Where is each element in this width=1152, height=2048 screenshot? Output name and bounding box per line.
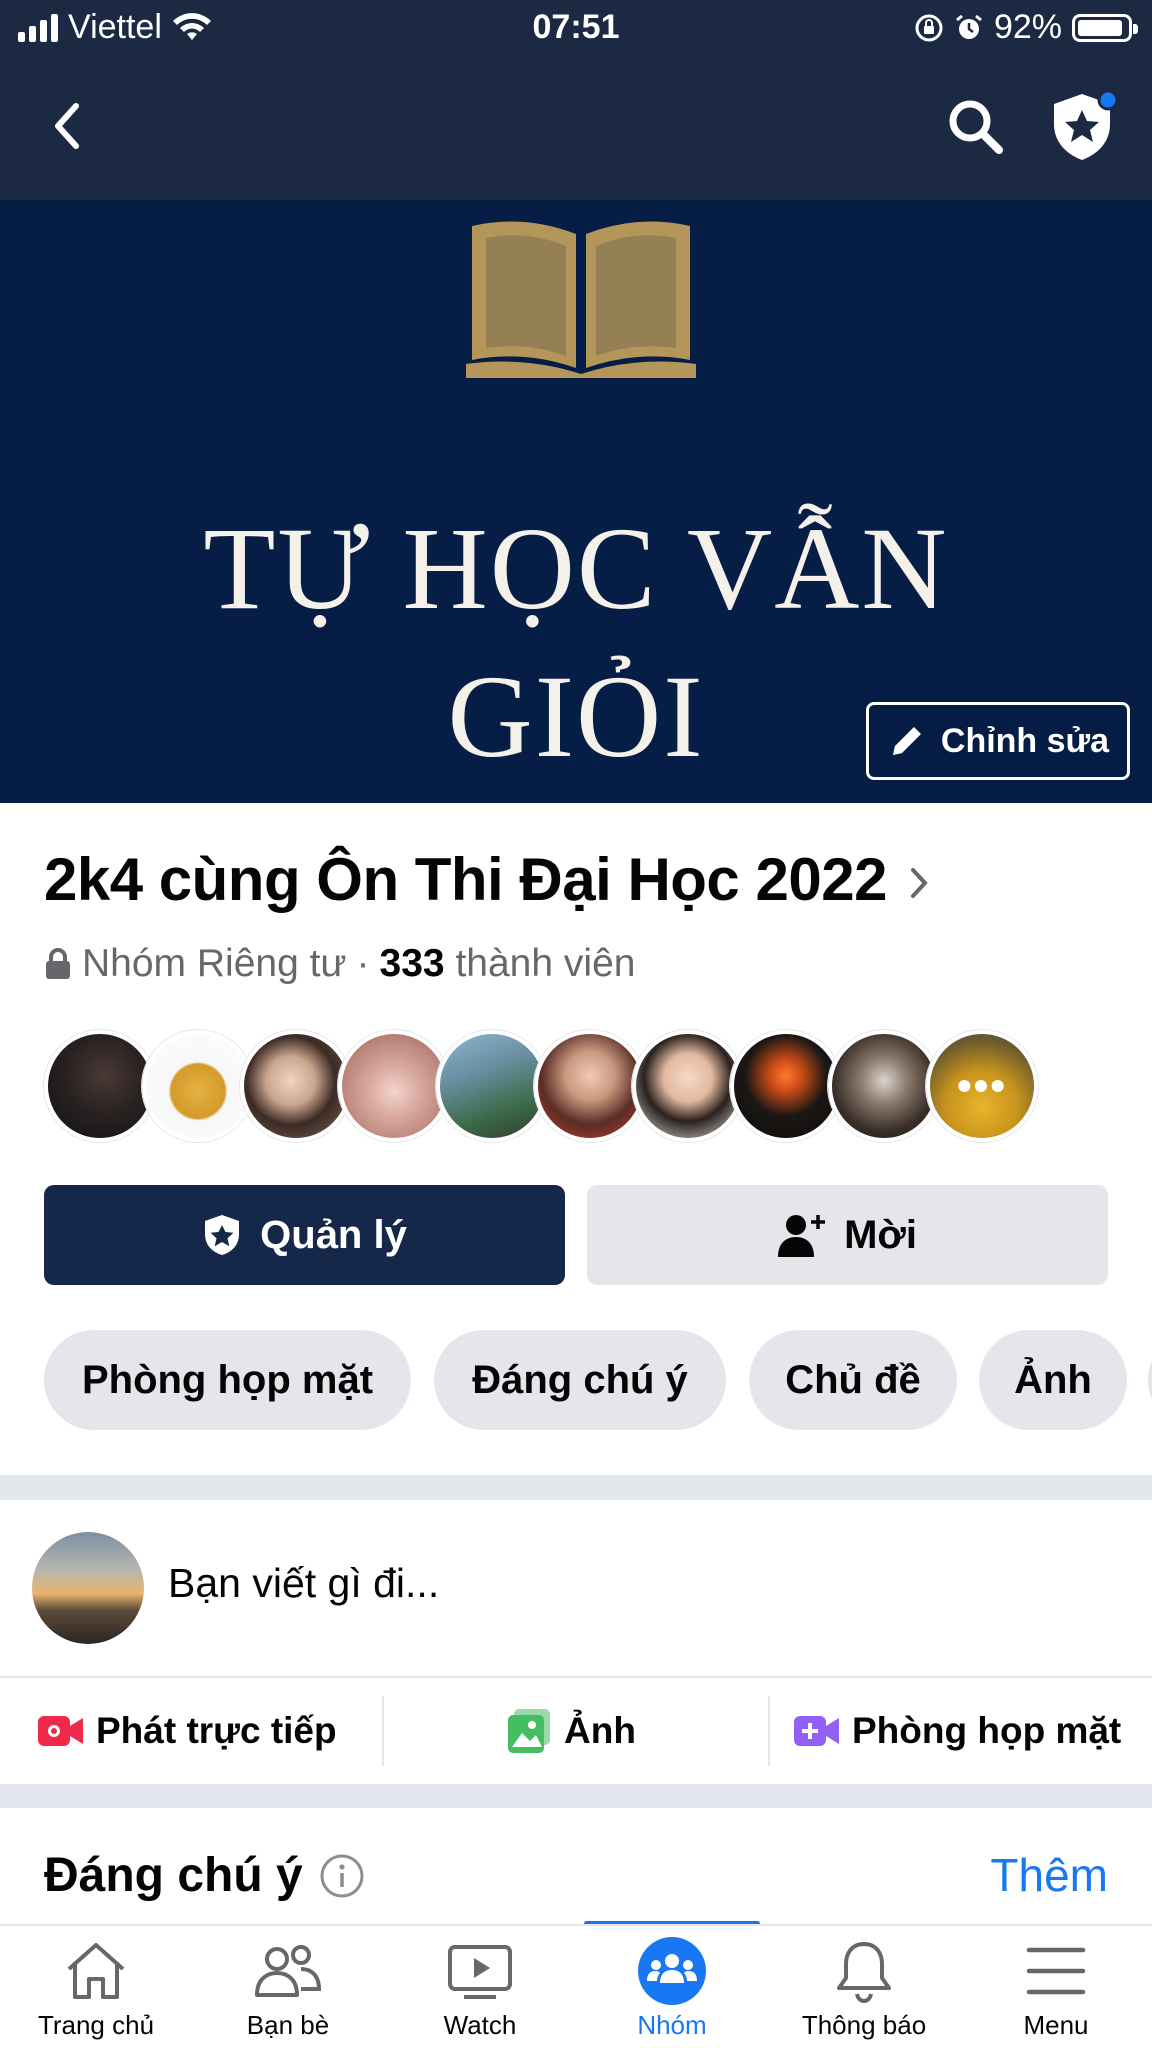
book-icon [466, 221, 696, 378]
lock-icon [46, 948, 70, 979]
battery-icon [1072, 13, 1138, 42]
tab-label: Watch [443, 2010, 517, 2040]
cover-photo[interactable]: TỰ HỌC VẪN GIỎI Chỉnh sửa [0, 200, 1152, 803]
create-room-button[interactable]: Phòng họp mặt [794, 1678, 1121, 1784]
tab-more-partial[interactable] [1148, 1330, 1152, 1430]
admin-tools-button[interactable] [1045, 86, 1125, 166]
featured-title: Đáng chú ý [44, 1849, 303, 1902]
tab-friends[interactable]: Bạn bè [192, 1926, 384, 2048]
tab-label: Nhóm [637, 2010, 707, 2040]
shield-star-icon [1054, 89, 1119, 160]
avatar[interactable] [142, 1030, 254, 1142]
rotation-lock-icon [915, 14, 943, 41]
edit-cover-button[interactable]: Chỉnh sửa [866, 702, 1130, 780]
avatar[interactable] [828, 1030, 940, 1142]
members-link[interactable]: 333 thành viên [380, 942, 636, 986]
group-name: 2k4 cùng Ôn Thi Đại Học 2022 [44, 846, 887, 913]
member-avatars[interactable]: ••• [44, 1030, 1064, 1142]
add-person-icon [778, 1215, 826, 1257]
back-button[interactable] [26, 86, 106, 166]
avatar[interactable] [632, 1030, 744, 1142]
top-nav [0, 58, 1152, 200]
search-button[interactable] [935, 86, 1015, 166]
invite-button[interactable]: Mời [587, 1185, 1108, 1285]
avatar[interactable] [436, 1030, 548, 1142]
chevron-right-icon [910, 867, 928, 898]
featured-section: Đáng chú ý Thêm [0, 1808, 1152, 1928]
group-meta: Nhóm Riêng tư · 333 thành viên [44, 942, 635, 986]
more-dots-icon: ••• [956, 1062, 1008, 1109]
group-privacy: Nhóm Riêng tư [82, 942, 347, 985]
search-icon [949, 100, 1003, 154]
avatar[interactable] [32, 1532, 144, 1644]
tab-label: Trang chủ [37, 2010, 155, 2040]
edit-cover-label: Chỉnh sửa [940, 721, 1110, 760]
alarm-icon [956, 14, 982, 39]
photo-label: Ảnh [564, 1710, 636, 1751]
groups-icon [638, 1937, 706, 2005]
shield-star-icon [205, 1215, 240, 1255]
status-bar: Viettel 07:51 92% [0, 0, 1152, 58]
cover-title-line1: TỰ HỌC VẪN [203, 503, 949, 634]
avatar[interactable] [730, 1030, 842, 1142]
battery-percent: 92% [993, 8, 1062, 46]
avatar[interactable] [534, 1030, 646, 1142]
live-video-button[interactable]: Phát trực tiếp [38, 1678, 337, 1784]
tab-label: Menu [1023, 2010, 1089, 2040]
section-divider [0, 1784, 1152, 1808]
member-count: 333 [379, 942, 445, 985]
tab-label: Thông báo [801, 2010, 927, 2040]
featured-heading: Đáng chú ý [44, 1848, 365, 1903]
tab-label: Bạn bè [246, 2010, 330, 2040]
photo-icon [508, 1709, 550, 1753]
tab-watch[interactable]: Watch [384, 1926, 576, 2048]
tab-label: Phòng họp mặt [81, 1357, 374, 1402]
divider [382, 1696, 384, 1766]
divider [768, 1696, 770, 1766]
tab-label: Ảnh [1014, 1357, 1092, 1402]
menu-icon [1026, 1947, 1086, 1995]
watch-icon [448, 1945, 512, 1999]
group-tabs: Phòng họp mặt Đáng chú ý Chủ đề Ảnh [44, 1330, 1152, 1430]
post-composer[interactable]: Bạn viết gì đi... [0, 1500, 1152, 1678]
tab-featured[interactable]: Đáng chú ý [434, 1330, 726, 1430]
tab-label: Đáng chú ý [472, 1357, 688, 1402]
status-right: 92% [914, 8, 1138, 47]
manage-label: Quản lý [260, 1212, 407, 1257]
friends-icon [255, 1945, 322, 1997]
avatar[interactable] [44, 1030, 156, 1142]
invite-label: Mời [844, 1212, 917, 1257]
bottom-tab-bar: Trang chủ Bạn bè Watch Nhóm Thông báo Me… [0, 1924, 1152, 2048]
tab-topics[interactable]: Chủ đề [749, 1330, 957, 1430]
member-suffix: thành viên [455, 942, 636, 985]
bell-icon [837, 1942, 891, 2004]
tab-groups[interactable]: Nhóm [576, 1926, 768, 2048]
video-plus-icon [794, 1716, 839, 1746]
group-actions: Quản lý Mời [44, 1185, 1108, 1285]
tab-menu[interactable]: Menu [960, 1926, 1152, 2048]
live-label: Phát trực tiếp [96, 1710, 337, 1751]
live-video-icon [38, 1716, 83, 1746]
tab-rooms[interactable]: Phòng họp mặt [44, 1330, 411, 1430]
avatar[interactable] [240, 1030, 352, 1142]
post-action-bar: Phát trực tiếp Ảnh Phòng họp mặt [0, 1678, 1152, 1784]
more-members-avatar[interactable]: ••• [926, 1030, 1038, 1142]
pencil-icon [892, 727, 921, 755]
meta-separator: · [356, 942, 370, 985]
photo-button[interactable]: Ảnh [508, 1678, 636, 1784]
room-label: Phòng họp mặt [852, 1710, 1122, 1751]
composer-placeholder[interactable]: Bạn viết gì đi... [168, 1560, 439, 1607]
tab-label: Chủ đề [785, 1357, 921, 1402]
manage-button[interactable]: Quản lý [44, 1185, 565, 1285]
chevron-left-icon [55, 103, 79, 149]
info-icon[interactable] [319, 1853, 365, 1899]
avatar[interactable] [338, 1030, 450, 1142]
tab-home[interactable]: Trang chủ [0, 1926, 192, 2048]
home-icon [67, 1943, 125, 1999]
group-title-link[interactable]: 2k4 cùng Ôn Thi Đại Học 2022 [44, 845, 929, 914]
tab-photos[interactable]: Ảnh [979, 1330, 1127, 1430]
see-more-link[interactable]: Thêm [990, 1848, 1108, 1902]
section-divider [0, 1475, 1152, 1500]
tab-notifications[interactable]: Thông báo [768, 1926, 960, 2048]
